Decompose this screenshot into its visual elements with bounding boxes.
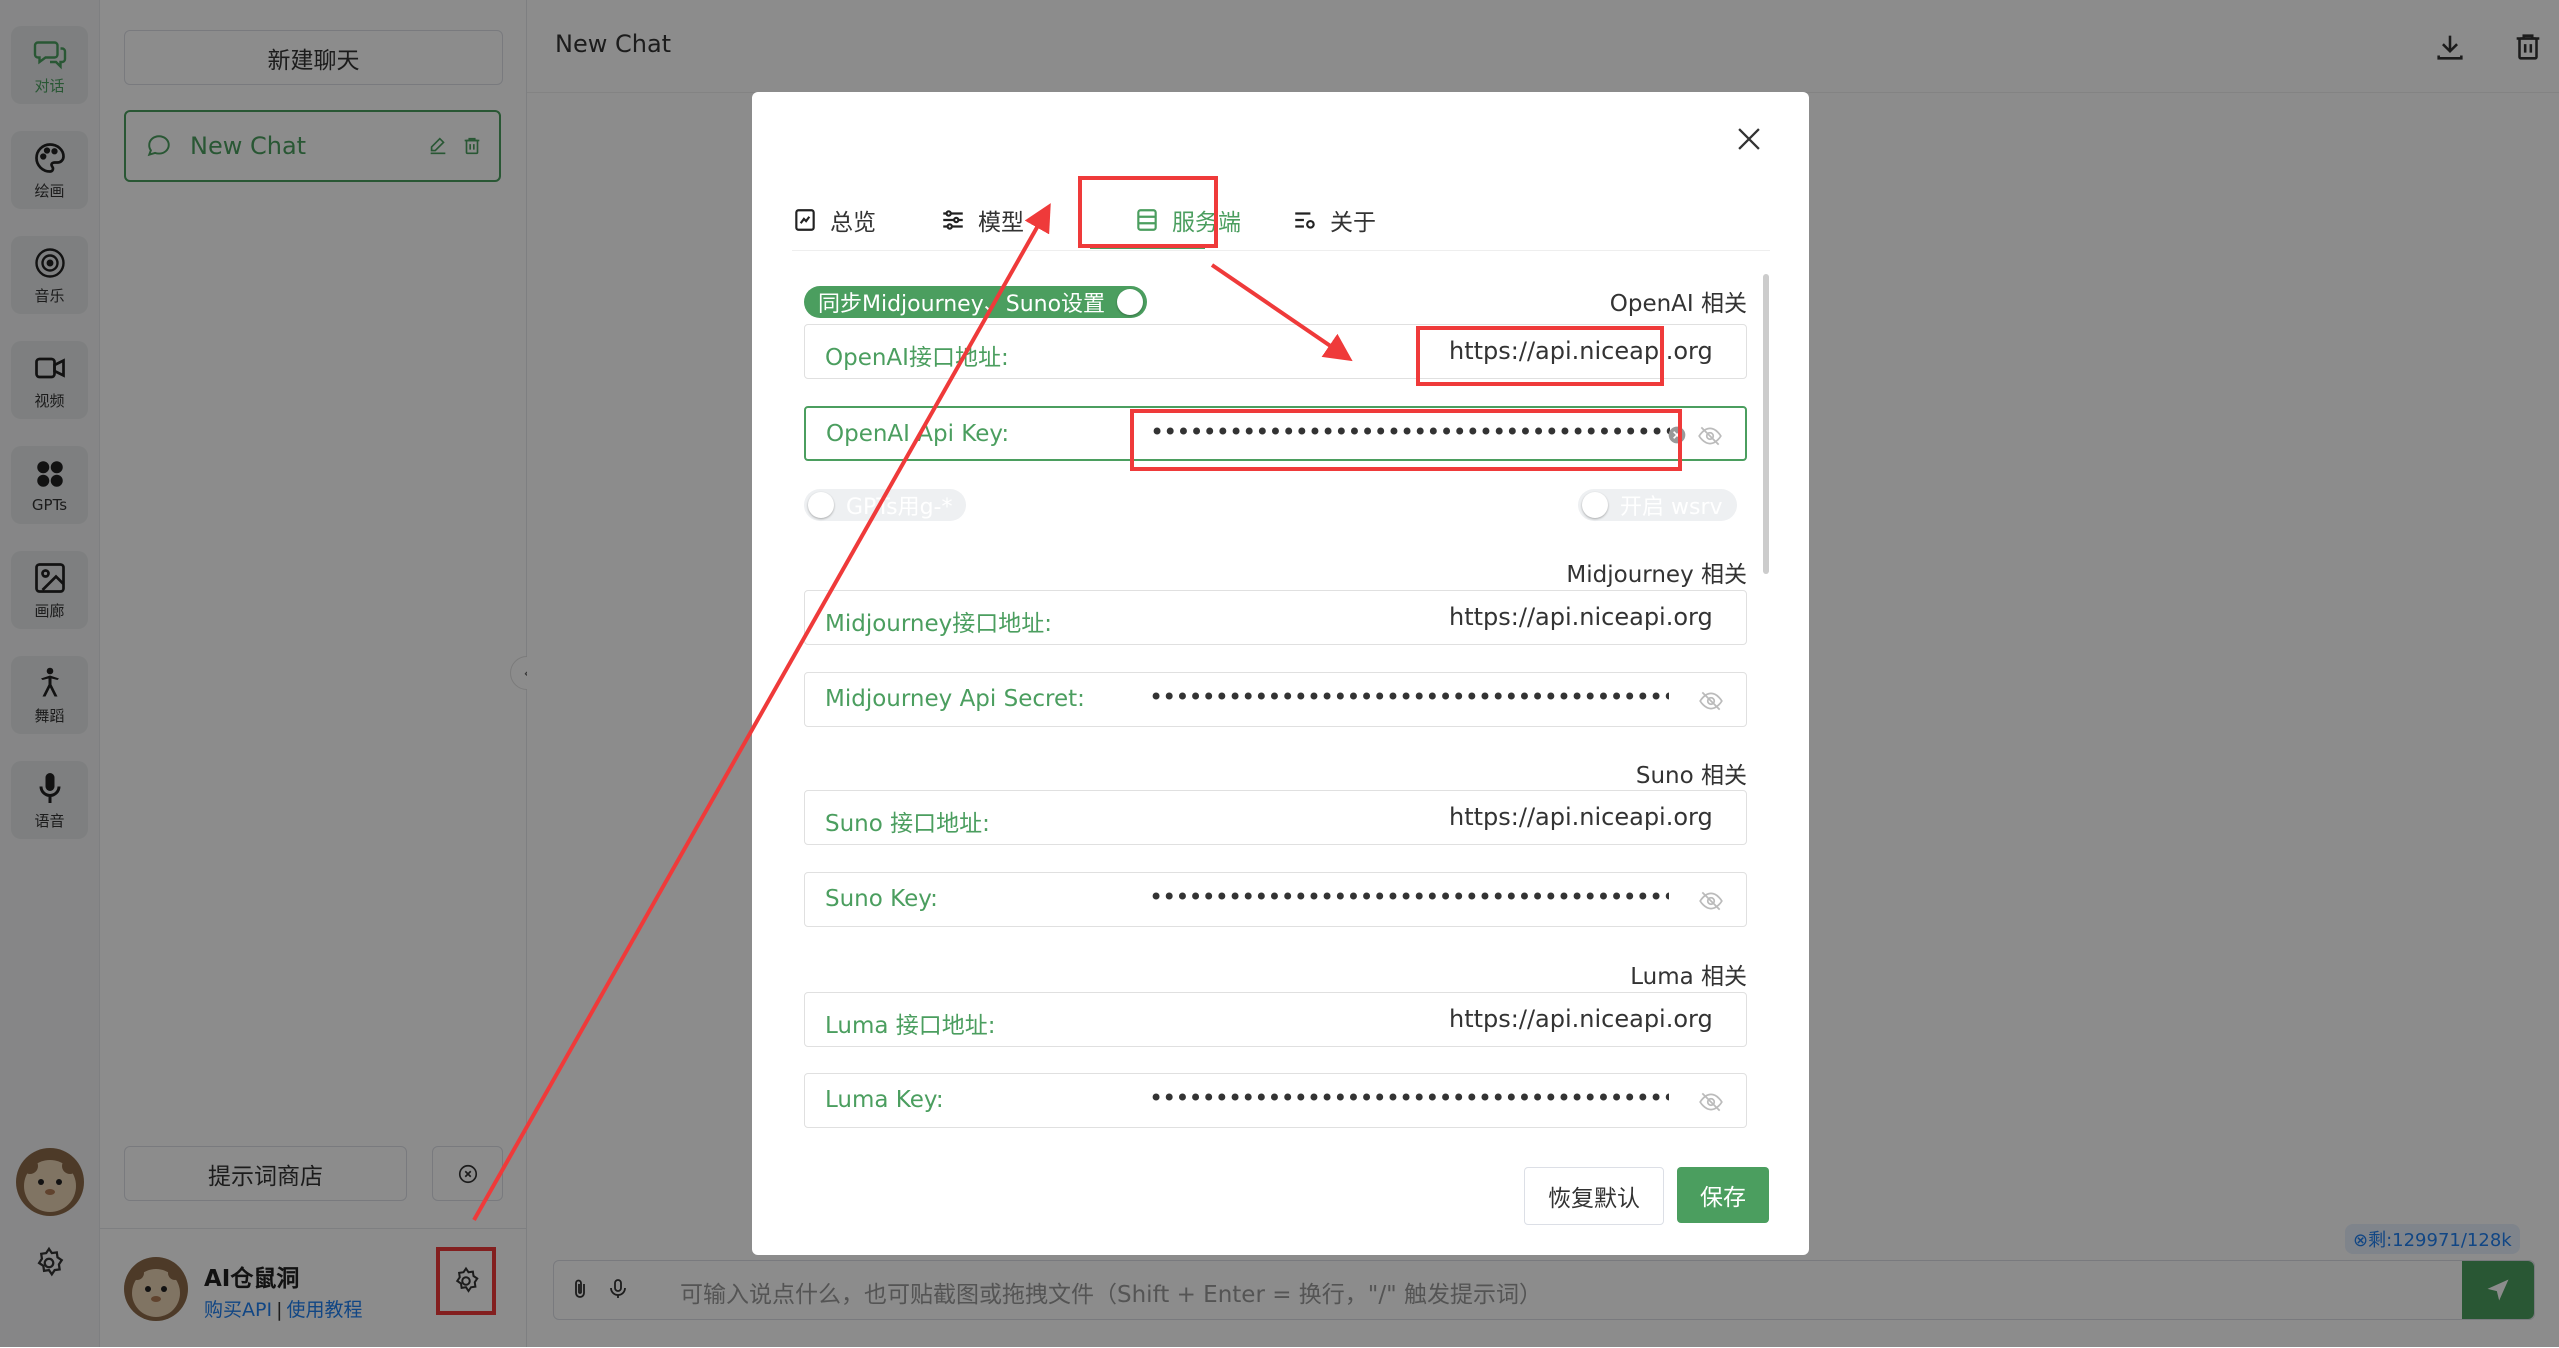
sync-settings-toggle[interactable]: 同步Midjourney、Suno设置 [804, 286, 1148, 318]
luma-url-field[interactable]: Luma 接口地址: https://api.niceapi.org [804, 992, 1747, 1047]
field-label: Midjourney接口地址: [825, 611, 1053, 637]
about-icon [1295, 212, 1315, 229]
midjourney-secret-field[interactable]: Midjourney Api Secret: •••••••••••••••••… [804, 672, 1747, 727]
reset-defaults-button[interactable]: 恢复默认 [1524, 1167, 1664, 1225]
toggle-label: 同步Midjourney、Suno设置 [818, 292, 1106, 317]
field-value[interactable]: ••••••••••••••••••••••••••••••••••••••••… [1149, 1084, 1669, 1112]
section-suno: Suno 相关 [1635, 763, 1747, 789]
sliders-icon [943, 210, 963, 230]
tab-label: 关于 [1330, 210, 1376, 236]
field-value[interactable]: ••••••••••••••••••••••••••••••••••••••••… [1149, 683, 1669, 711]
field-value[interactable]: https://api.niceapi.org [1449, 603, 1713, 631]
field-label: Luma 接口地址: [825, 1013, 996, 1039]
section-midjourney: Midjourney 相关 [1566, 562, 1747, 588]
field-value[interactable]: https://api.niceapi.org [1449, 803, 1713, 831]
toggle-knob [808, 492, 834, 518]
eye-off-icon[interactable] [1698, 688, 1724, 714]
highlight-box-server-tab [1078, 176, 1218, 248]
field-value[interactable]: ••••••••••••••••••••••••••••••••••••••••… [1149, 883, 1669, 911]
toggle-label: GPTs用g-* [846, 495, 953, 520]
toggle-label: 开启 wsrv [1620, 495, 1723, 520]
suno-url-field[interactable]: Suno 接口地址: https://api.niceapi.org [804, 790, 1747, 845]
wsrv-toggle[interactable]: 开启 wsrv [1578, 489, 1737, 521]
settings-tabs: 总览 模型 服务端 关于 [792, 192, 1770, 251]
field-label: Luma Key: [825, 1087, 944, 1113]
highlight-box-openai-url [1416, 326, 1664, 386]
gpts-prefix-toggle[interactable]: GPTs用g-* [804, 489, 967, 521]
field-label: Suno 接口地址: [825, 811, 990, 837]
luma-key-field[interactable]: Luma Key: ••••••••••••••••••••••••••••••… [804, 1073, 1747, 1128]
field-label: Suno Key: [825, 886, 938, 912]
toggle-knob [1582, 492, 1608, 518]
highlight-box-openai-key [1130, 409, 1682, 471]
suno-key-field[interactable]: Suno Key: ••••••••••••••••••••••••••••••… [804, 872, 1747, 927]
section-openai: OpenAI 相关 [1609, 291, 1747, 317]
tab-about[interactable]: 关于 [1292, 192, 1376, 248]
close-icon[interactable] [1732, 122, 1766, 156]
tab-label: 总览 [830, 210, 876, 236]
field-label: OpenAI Api Key: [826, 421, 1010, 447]
field-label: Midjourney Api Secret: [825, 686, 1085, 712]
midjourney-url-field[interactable]: Midjourney接口地址: https://api.niceapi.org [804, 590, 1747, 645]
eye-off-icon[interactable] [1698, 888, 1724, 914]
tab-models[interactable]: 模型 [940, 192, 1024, 248]
field-label: OpenAI接口地址: [825, 345, 1009, 371]
settings-modal: 总览 模型 服务端 关于 同步Midjourney、Suno设置 OpenAI … [752, 92, 1809, 1255]
tab-label: 模型 [978, 210, 1024, 236]
document-icon [795, 209, 815, 231]
toggle-knob [1117, 289, 1144, 315]
tab-overview[interactable]: 总览 [792, 192, 876, 248]
section-luma: Luma 相关 [1630, 964, 1747, 990]
eye-off-icon[interactable] [1697, 423, 1723, 449]
save-button[interactable]: 保存 [1677, 1167, 1769, 1223]
eye-off-icon[interactable] [1698, 1089, 1724, 1115]
field-value[interactable]: https://api.niceapi.org [1449, 1005, 1713, 1033]
modal-scrollbar[interactable] [1763, 274, 1769, 574]
